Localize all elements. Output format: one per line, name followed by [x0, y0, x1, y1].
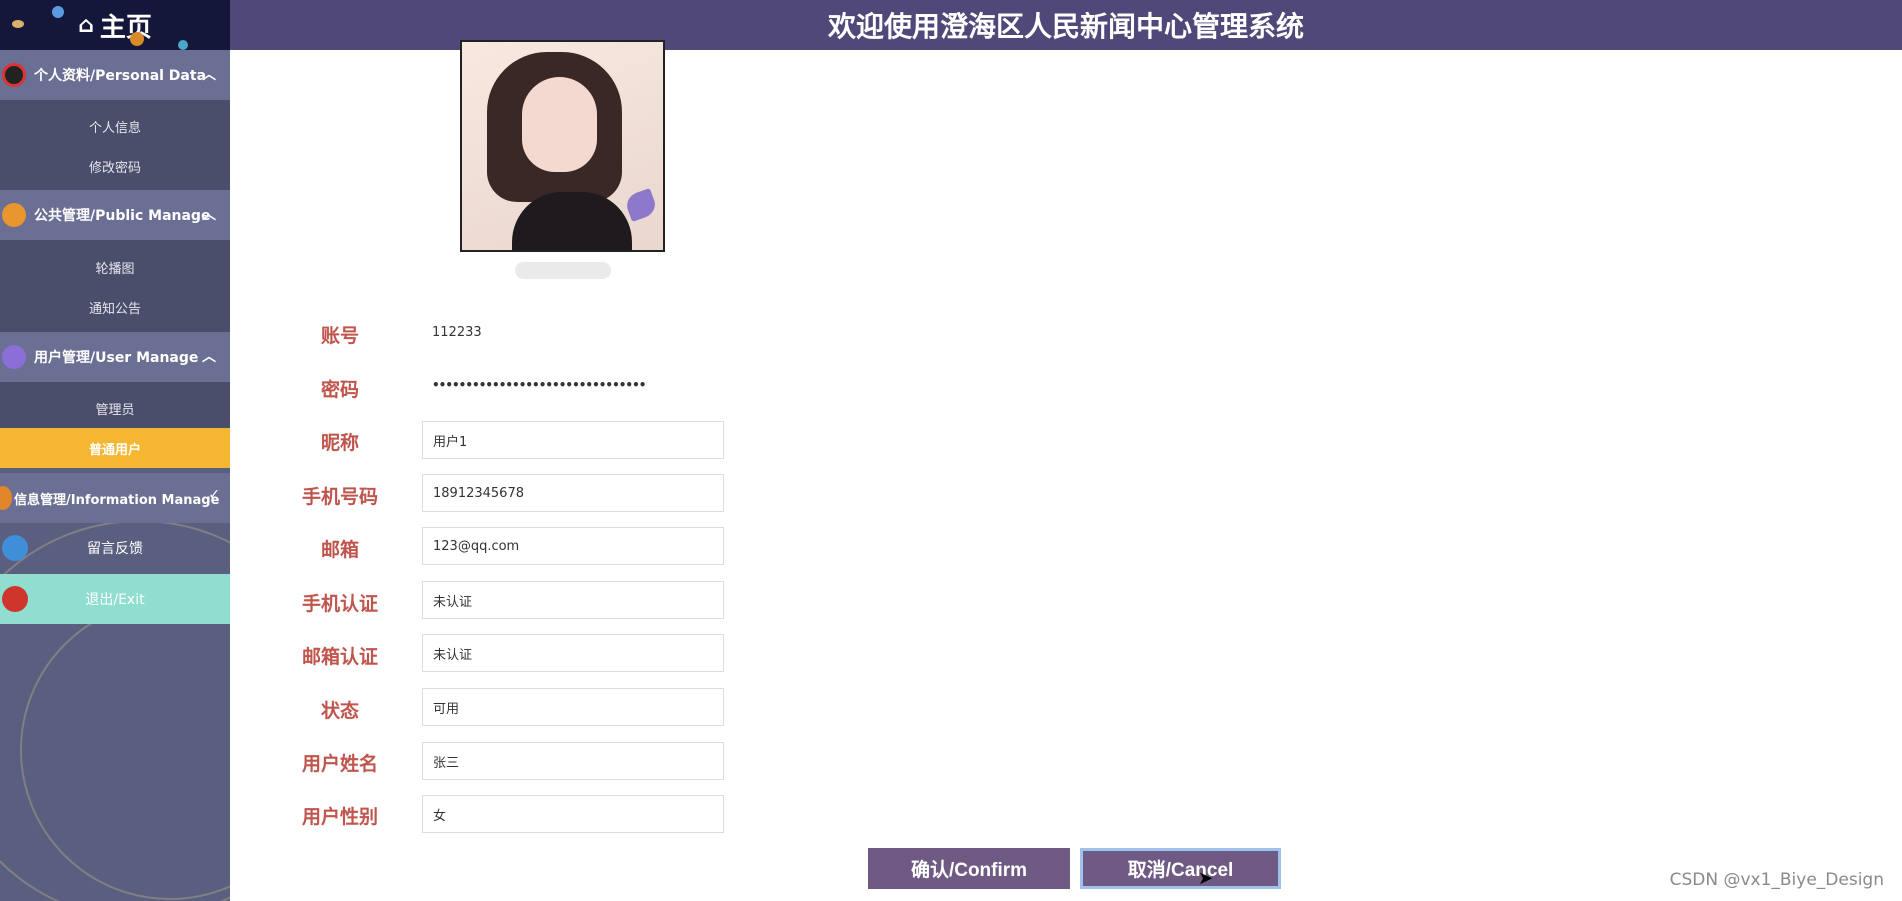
confirm-button[interactable]: 确认/Confirm [868, 848, 1070, 889]
password-label: 密码 [320, 379, 359, 401]
nav-group-personal-data[interactable]: 个人资料/Personal Data ︿ [0, 50, 230, 100]
nickname-label: 昵称 [320, 432, 359, 454]
nickname-input[interactable]: 用户1 [422, 421, 724, 459]
nav-item-label: 管理员 [95, 402, 135, 418]
email-label: 邮箱 [320, 539, 359, 561]
nav-group-public-manage[interactable]: 公共管理/Public Manage ︿ [0, 190, 230, 240]
brand-title: 主页 [99, 12, 152, 43]
password-value: •••••••••••••••••••••••••••••••• [432, 378, 646, 392]
planet-icon [2, 203, 26, 227]
chevron-up-icon: ︿ [202, 207, 216, 223]
upload-avatar-button[interactable] [515, 262, 611, 279]
email-verify-label: 邮箱认证 [301, 646, 378, 668]
nav-group-label: 信息管理/Information Manage [14, 492, 220, 508]
nav-item-profile[interactable]: 个人信息 [0, 106, 230, 146]
gender-value: 女 [433, 808, 447, 824]
email-value: 123@qq.com [433, 538, 520, 554]
planet-decoration [52, 6, 64, 18]
atom-icon [2, 63, 26, 87]
phone-verify-label: 手机认证 [301, 593, 378, 615]
nav-item-label: 修改密码 [88, 160, 141, 176]
phone-verify-input[interactable]: 未认证 [422, 581, 724, 619]
gem-icon [2, 345, 26, 369]
nav-group-label: 用户管理/User Manage [34, 350, 199, 366]
nav-group-user-manage[interactable]: 用户管理/User Manage ︿ [0, 332, 230, 382]
nav-item-label: 退出/Exit [85, 592, 145, 608]
gender-input[interactable]: 女 [422, 795, 724, 833]
nav-group-label: 个人资料/Personal Data [34, 68, 207, 84]
email-verify-input[interactable]: 未认证 [422, 634, 724, 672]
planet-decoration [178, 40, 188, 50]
account-value: 112233 [432, 325, 482, 340]
moon-icon [0, 486, 12, 510]
page-title: 欢迎使用澄海区人民新闻中心管理系统 [827, 10, 1304, 43]
phone-input[interactable]: 18912345678 [422, 474, 724, 512]
watermark: CSDN @vx1_Biye_Design [1669, 870, 1884, 890]
nav-item-admin[interactable]: 管理员 [0, 388, 230, 428]
nav-item-label: 通知公告 [88, 301, 141, 317]
status-input[interactable]: 可用 [422, 688, 724, 726]
gender-label: 用户性别 [301, 806, 378, 828]
nav-item-normal-user[interactable]: 普通用户 [0, 428, 230, 468]
home-icon: ⌂ [78, 12, 94, 38]
realname-input[interactable]: 张三 [422, 742, 724, 780]
avatar-image [460, 40, 665, 252]
nav-item-exit[interactable]: 退出/Exit [0, 574, 230, 624]
nav-item-carousel[interactable]: 轮播图 [0, 247, 230, 287]
chevron-down-icon: ✓ [208, 487, 220, 503]
phone-value: 18912345678 [433, 485, 524, 501]
realname-value: 张三 [433, 755, 460, 771]
status-value: 可用 [433, 701, 460, 717]
avatar-face [522, 77, 597, 172]
planet-decoration [12, 20, 24, 28]
nav-item-label: 普通用户 [88, 442, 141, 458]
red-planet-icon [2, 586, 28, 612]
realname-label: 用户姓名 [301, 753, 378, 775]
nav-item-label: 个人信息 [88, 120, 141, 136]
email-input[interactable]: 123@qq.com [422, 527, 724, 565]
phone-label: 手机号码 [301, 486, 378, 508]
nav-item-change-password[interactable]: 修改密码 [0, 146, 230, 186]
phone-verify-value: 未认证 [433, 594, 473, 610]
globe-icon [2, 535, 28, 561]
planet-decoration [130, 32, 144, 46]
email-verify-value: 未认证 [433, 647, 473, 663]
account-label: 账号 [320, 325, 359, 347]
chevron-up-icon: ︿ [202, 67, 216, 83]
status-label: 状态 [320, 700, 359, 722]
nav-item-notice[interactable]: 通知公告 [0, 287, 230, 327]
home-link[interactable]: ⌂ 主页 [0, 0, 230, 50]
butterfly-icon [623, 187, 659, 223]
nav-item-label: 轮播图 [95, 261, 135, 277]
chevron-up-icon: ︿ [202, 349, 216, 365]
nav-group-label: 公共管理/Public Manage [34, 208, 211, 224]
nav-item-feedback[interactable]: 留言反馈 [0, 523, 230, 573]
nav-group-information-manage[interactable]: 信息管理/Information Manage ✓ [0, 473, 230, 523]
mouse-cursor-icon: ➤ [1198, 868, 1214, 889]
sidebar: ⌂ 主页 个人资料/Personal Data ︿ 个人信息 修改密码 公共管理… [0, 0, 230, 901]
nav-item-label: 留言反馈 [87, 541, 143, 557]
cancel-button[interactable]: 取消/Cancel [1080, 848, 1281, 889]
nickname-value: 用户1 [433, 434, 468, 450]
